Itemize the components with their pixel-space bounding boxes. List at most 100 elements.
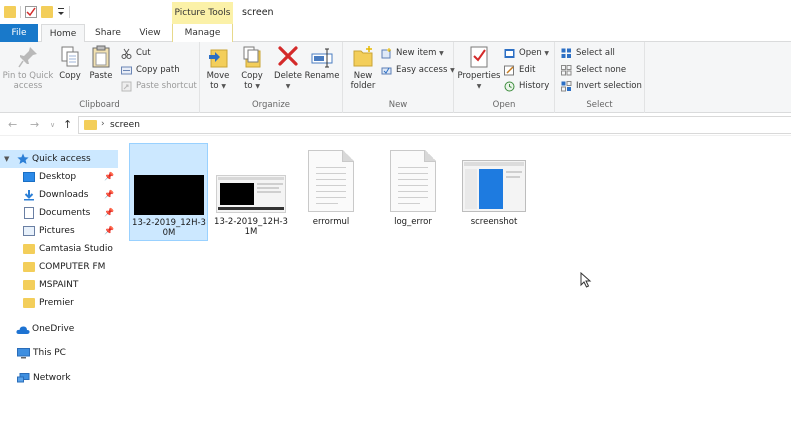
breadcrumb-current-folder[interactable]: screen [110, 120, 140, 130]
sidebar-item-this-pc[interactable]: This PC [0, 344, 118, 362]
dropdown-caret-icon: ▼ [439, 50, 444, 57]
open-icon [504, 48, 515, 59]
properties-button[interactable]: Properties ▼ [456, 45, 502, 92]
invert-selection-icon [561, 81, 572, 92]
properties-icon [468, 45, 490, 69]
sidebar-item-label: Quick access [32, 154, 91, 164]
new-item-icon [381, 48, 392, 59]
tab-manage[interactable]: Manage [172, 24, 233, 42]
video-thumbnail [216, 175, 286, 213]
cut-button[interactable]: Cut [121, 46, 151, 61]
file-tile-errormul[interactable]: errormul [292, 143, 370, 241]
sidebar-item-label: Desktop [39, 172, 77, 182]
rename-button[interactable]: Rename [304, 45, 340, 81]
sidebar-item-network[interactable]: Network [0, 369, 118, 387]
title-bar: Picture Tools screen [0, 0, 791, 24]
pin-to-quick-access-button[interactable]: Pin to Quick access [2, 45, 54, 91]
pin-icon[interactable]: 📌 [104, 204, 114, 222]
sidebar-item-premier[interactable]: Premier [0, 294, 118, 312]
pin-icon[interactable]: 📌 [104, 168, 114, 186]
tab-home[interactable]: Home [41, 24, 85, 43]
file-list: 13-2-2019_12H-30M 13-2-2019_12H-31M erro… [120, 137, 791, 431]
pin-icon [17, 45, 39, 69]
recent-locations-chevron-icon[interactable]: ∨ [50, 118, 55, 132]
this-pc-monitor-icon [17, 348, 30, 359]
expand-arrow-icon[interactable]: ▼ [4, 150, 9, 168]
file-tile-video-30m[interactable]: 13-2-2019_12H-30M [129, 143, 208, 241]
file-name: screenshot [470, 217, 518, 227]
copy-to-button[interactable]: Copy to ▼ [236, 45, 268, 92]
sidebar-item-computer-fm[interactable]: COMPUTER FM [0, 258, 118, 276]
tab-share[interactable]: Share [88, 24, 128, 42]
organize-group-label: Organize [251, 100, 291, 110]
address-bar[interactable]: › screen [78, 116, 791, 134]
scissors-icon [121, 48, 132, 59]
pin-label-line1: Pin to Quick [2, 71, 54, 81]
copy-button[interactable]: Copy [56, 45, 84, 81]
folder-icon [23, 280, 35, 290]
new-folder-icon[interactable] [41, 6, 53, 18]
text-document-icon [390, 150, 436, 212]
clipboard-group-label: Clipboard [79, 100, 120, 110]
sidebar-item-quick-access[interactable]: ▼ Quick access [0, 150, 118, 168]
properties-checkmark-icon[interactable] [25, 6, 37, 18]
move-to-button[interactable]: Move to ▼ [202, 45, 234, 92]
select-none-button[interactable]: Select none [561, 63, 626, 78]
customize-toolbar-chevron-icon[interactable] [57, 6, 65, 18]
sidebar-item-camtasia-studio[interactable]: Camtasia Studio [0, 240, 118, 258]
sidebar-item-onedrive[interactable]: OneDrive [0, 320, 118, 338]
sidebar-item-label: Premier [39, 298, 74, 308]
copy-icon [59, 45, 81, 69]
sidebar-item-label: Camtasia Studio [39, 244, 113, 254]
toolbar-divider [69, 6, 70, 18]
file-tile-screenshot[interactable]: screenshot [455, 143, 533, 241]
pin-icon[interactable]: 📌 [104, 186, 114, 204]
dropdown-caret-icon: ▼ [544, 50, 550, 57]
paste-label: Paste [89, 71, 113, 81]
folder-icon [84, 120, 97, 130]
new-item-button[interactable]: New item ▼ [381, 46, 444, 61]
new-item-label: New item [396, 48, 437, 58]
documents-icon [24, 207, 34, 219]
edit-button[interactable]: Edit [504, 63, 535, 78]
sidebar-item-documents[interactable]: Documents 📌 [0, 204, 118, 222]
easy-access-button[interactable]: Easy access ▼ [381, 63, 455, 78]
invert-selection-button[interactable]: Invert selection [561, 79, 642, 94]
forward-arrow-icon[interactable]: → [30, 118, 39, 132]
back-arrow-icon[interactable]: ← [8, 118, 17, 132]
up-arrow-icon[interactable]: ↑ [63, 118, 72, 132]
sidebar-item-mspaint[interactable]: MSPAINT [0, 276, 118, 294]
paste-shortcut-label: Paste shortcut [136, 81, 197, 91]
history-button[interactable]: History [504, 79, 549, 94]
new-folder-button[interactable]: New folder [345, 45, 381, 91]
breadcrumb-chevron-icon[interactable]: › [101, 119, 105, 129]
sidebar-item-label: Downloads [39, 190, 89, 200]
delete-x-icon [277, 45, 299, 69]
mouse-cursor-icon [580, 272, 592, 288]
sidebar-item-downloads[interactable]: Downloads 📌 [0, 186, 118, 204]
paste-shortcut-button[interactable]: Paste shortcut [121, 79, 197, 94]
folder-icon[interactable] [4, 6, 16, 18]
select-group-label: Select [586, 100, 613, 110]
move-to-label-line1: Move [206, 71, 230, 81]
file-tile-log-error[interactable]: log_error [374, 143, 452, 241]
quick-access-star-icon [17, 153, 29, 164]
delete-button[interactable]: Delete ▼ [272, 45, 304, 92]
paste-button[interactable]: Paste [86, 45, 116, 81]
file-tile-video-31m[interactable]: 13-2-2019_12H-31M [212, 143, 290, 241]
dropdown-caret-icon: ▼ [285, 83, 291, 90]
sidebar-item-desktop[interactable]: Desktop 📌 [0, 168, 118, 186]
sidebar-item-label: Network [33, 373, 71, 383]
sidebar-item-pictures[interactable]: Pictures 📌 [0, 222, 118, 240]
tab-view[interactable]: View [131, 24, 169, 42]
select-all-button[interactable]: Select all [561, 46, 615, 61]
tab-file[interactable]: File [0, 24, 38, 42]
image-thumbnail [462, 160, 526, 212]
copy-path-button[interactable]: Copy path [121, 63, 180, 78]
pin-icon[interactable]: 📌 [104, 222, 114, 240]
select-all-label: Select all [576, 48, 615, 58]
folder-icon [23, 262, 35, 272]
history-label: History [519, 81, 550, 91]
new-group: New folder New item ▼ Easy access ▼ New [343, 42, 455, 113]
open-button[interactable]: Open ▼ [504, 46, 549, 61]
